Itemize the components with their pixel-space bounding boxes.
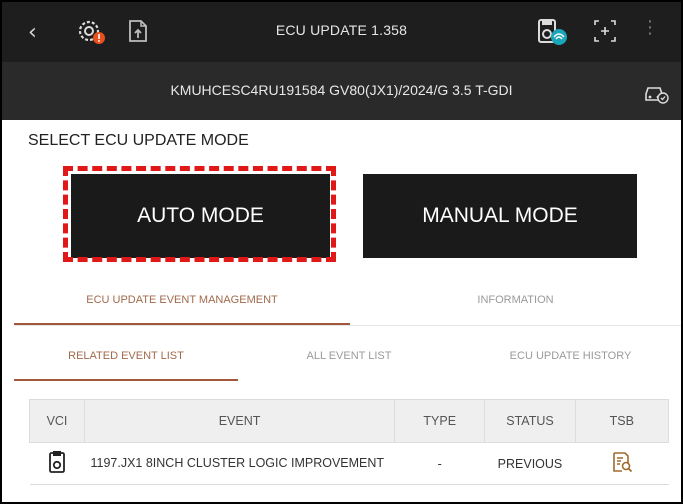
vehicle-info-text: KMUHCESC4RU191584 GV80(JX1)/2024/G 3.5 T… [170, 82, 513, 98]
tab-divider [14, 325, 681, 326]
vehicle-info-bar: KMUHCESC4RU191584 GV80(JX1)/2024/G 3.5 T… [2, 62, 681, 120]
auto-mode-button[interactable]: AUTO MODE [71, 174, 330, 258]
status-cell: PREVIOUS [484, 442, 576, 485]
tab-related-event-list[interactable]: RELATED EVENT LIST [14, 350, 238, 362]
select-mode-heading: SELECT ECU UPDATE MODE [28, 132, 249, 149]
table-header-row: VCI EVENT TYPE STATUS TSB [29, 399, 670, 443]
column-header-vci: VCI [29, 399, 85, 443]
column-header-event: EVENT [83, 399, 396, 443]
car-status-icon[interactable] [643, 80, 669, 109]
column-header-status: STATUS [484, 399, 576, 443]
top-bar: ‹ ECU UPDATE 1.358 ⋮ [2, 2, 681, 62]
app-title: ECU UPDATE 1.358 [275, 22, 408, 38]
tab-information[interactable]: INFORMATION [350, 294, 681, 306]
vci-device-icon [29, 442, 85, 485]
column-header-type: TYPE [394, 399, 486, 443]
tab-all-event-list[interactable]: ALL EVENT LIST [238, 350, 460, 362]
vci-connected-icon[interactable] [534, 16, 570, 51]
event-table: VCI EVENT TYPE STATUS TSB 1197.JX1 8INCH… [29, 399, 670, 485]
app-frame: ‹ ECU UPDATE 1.358 ⋮ KMUHCESC4RU191584 G… [0, 0, 683, 504]
type-cell: - [394, 442, 485, 485]
tsb-document-search-icon[interactable] [575, 442, 669, 485]
kebab-menu-icon[interactable]: ⋮ [641, 19, 659, 37]
capture-icon[interactable] [592, 16, 618, 51]
table-row[interactable]: 1197.JX1 8INCH CLUSTER LOGIC IMPROVEMENT… [29, 442, 669, 485]
active-subtab-indicator [14, 379, 238, 381]
manual-mode-button[interactable]: MANUAL MODE [363, 174, 637, 258]
tab-ecu-update-event-management[interactable]: ECU UPDATE EVENT MANAGEMENT [14, 294, 350, 306]
tab-ecu-update-history[interactable]: ECU UPDATE HISTORY [460, 350, 681, 362]
event-name-cell: 1197.JX1 8INCH CLUSTER LOGIC IMPROVEMENT [84, 442, 395, 485]
column-header-tsb: TSB [574, 399, 670, 443]
